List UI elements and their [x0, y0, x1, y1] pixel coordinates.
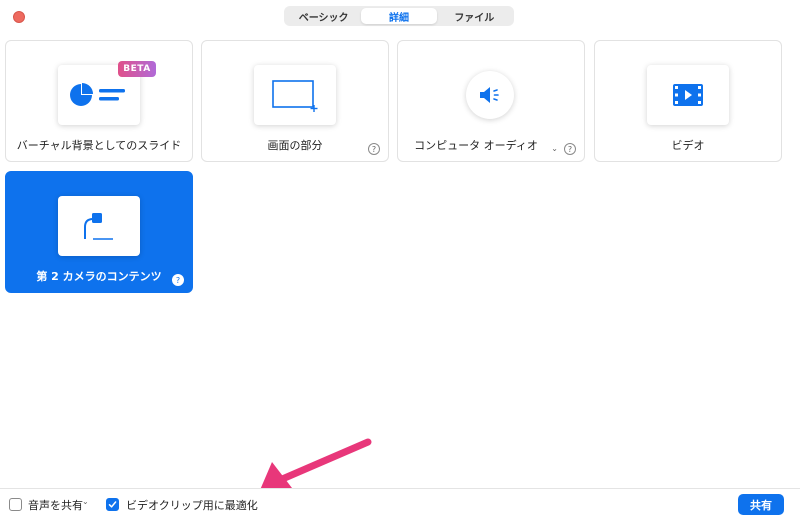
tab-files[interactable]: ファイル [437, 8, 512, 24]
document-camera-icon [84, 213, 113, 240]
optimize-video-label[interactable]: ビデオクリップ用に最適化 [126, 497, 258, 513]
checkmark-icon [108, 501, 117, 508]
share-option-second-camera[interactable]: 第 2 カメラのコンテンツ ? [5, 171, 193, 293]
share-option-screen-portion[interactable]: 画面の部分 ? [201, 40, 389, 162]
share-option-slides-virtual-background[interactable]: BETA バーチャル背景としてのスライド [5, 40, 193, 162]
card-label: 画面の部分 [267, 139, 323, 152]
tab-advanced[interactable]: 詳細 [361, 8, 437, 24]
chevron-down-icon[interactable]: ⌄ [82, 497, 89, 506]
audio-thumbnail [466, 71, 514, 119]
share-audio-checkbox[interactable] [9, 498, 22, 511]
share-option-computer-audio[interactable]: コンピュータ オーディオ ⌄ ? [397, 40, 585, 162]
share-button[interactable]: 共有 [738, 494, 784, 515]
screen-portion-thumbnail [254, 65, 336, 125]
film-play-icon [673, 84, 703, 106]
screen-portion-icon [272, 80, 318, 112]
tab-basic[interactable]: ベーシック [286, 8, 361, 24]
chevron-down-icon[interactable]: ⌄ [551, 144, 558, 153]
card-label: ビデオ [671, 139, 705, 152]
video-thumbnail [647, 65, 729, 125]
title-bar: ベーシック 詳細 ファイル [0, 0, 800, 34]
card-label: バーチャル背景としてのスライド [16, 139, 182, 152]
share-option-video[interactable]: ビデオ [594, 40, 782, 162]
close-window-button[interactable] [13, 11, 25, 23]
help-icon[interactable]: ? [564, 143, 576, 155]
share-tab-bar: ベーシック 詳細 ファイル [284, 6, 514, 26]
speaker-icon [480, 87, 499, 103]
camera-thumbnail [58, 196, 140, 256]
help-icon[interactable]: ? [368, 143, 380, 155]
share-audio-label[interactable]: 音声を共有 [28, 497, 83, 513]
footer-bar: 音声を共有 ⌄ ビデオクリップ用に最適化 共有 [0, 488, 800, 518]
help-icon[interactable]: ? [172, 274, 184, 286]
optimize-video-checkbox[interactable] [106, 498, 119, 511]
beta-badge: BETA [118, 61, 156, 77]
card-label: 第 2 カメラのコンテンツ [36, 270, 162, 283]
slide-chart-icon [70, 83, 125, 106]
